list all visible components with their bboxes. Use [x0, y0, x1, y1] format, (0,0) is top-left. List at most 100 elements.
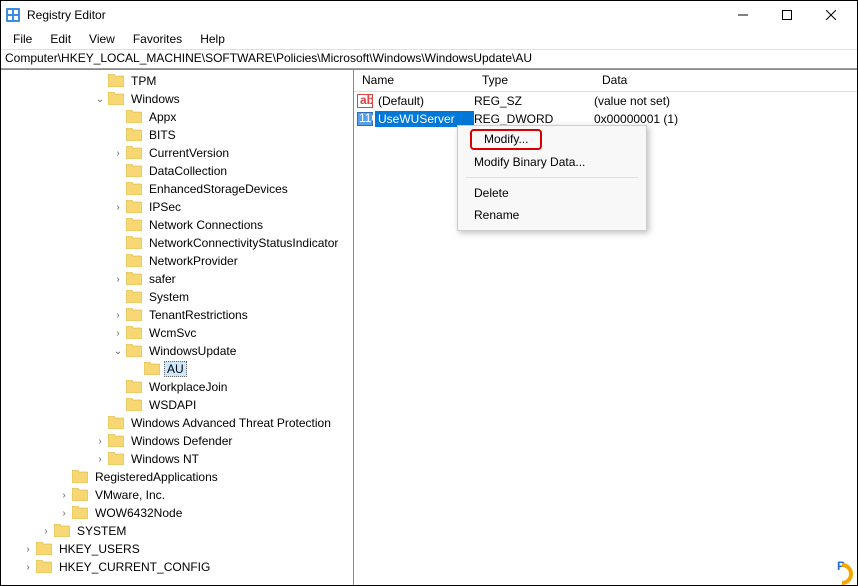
tree-node-enhancedstoragedevices[interactable]: EnhancedStorageDevices: [1, 180, 353, 198]
chevron-right-icon[interactable]: ›: [39, 524, 53, 538]
tree-node-currentversion[interactable]: ›CurrentVersion: [1, 144, 353, 162]
tree-label: Windows Defender: [128, 433, 235, 449]
folder-icon: [108, 92, 124, 106]
col-data[interactable]: Data: [594, 70, 857, 91]
tree-node-wow6432node[interactable]: › WOW6432Node: [1, 504, 353, 522]
col-name[interactable]: Name: [354, 70, 474, 91]
folder-icon: [108, 434, 124, 448]
chevron-right-icon[interactable]: ›: [111, 326, 125, 340]
value-type: REG_DWORD: [474, 112, 594, 126]
value-type: REG_SZ: [474, 94, 594, 108]
address-bar[interactable]: Computer\HKEY_LOCAL_MACHINE\SOFTWARE\Pol…: [1, 49, 857, 69]
tree-node-networkprovider[interactable]: NetworkProvider: [1, 252, 353, 270]
expander-none: [111, 254, 125, 268]
tree-node-wcmsvc[interactable]: ›WcmSvc: [1, 324, 353, 342]
maximize-button[interactable]: [765, 1, 809, 29]
folder-icon: [36, 542, 52, 556]
folder-icon: [108, 74, 124, 88]
chevron-down-icon[interactable]: ⌄: [111, 344, 125, 358]
chevron-right-icon[interactable]: ›: [21, 542, 35, 556]
tree-label: NetworkConnectivityStatusIndicator: [146, 235, 341, 251]
watermark-logo: P: [837, 545, 845, 577]
tree-node-windows-advanced-threat-protection[interactable]: Windows Advanced Threat Protection: [1, 414, 353, 432]
close-button[interactable]: [809, 1, 853, 29]
folder-icon: [72, 470, 88, 484]
values-pane[interactable]: Name Type Data ab(Default)REG_SZ(value n…: [354, 70, 857, 585]
folder-icon: [72, 506, 88, 520]
ctx-modify-binary[interactable]: Modify Binary Data...: [460, 151, 644, 173]
tree-node-windows-defender[interactable]: › Windows Defender: [1, 432, 353, 450]
tree-node-windowsupdate[interactable]: ⌄WindowsUpdate: [1, 342, 353, 360]
string-value-icon: ab: [355, 94, 375, 108]
chevron-right-icon[interactable]: ›: [93, 452, 107, 466]
tree-node-hkey-users[interactable]: ›HKEY_USERS: [1, 540, 353, 558]
col-type[interactable]: Type: [474, 70, 594, 91]
tree-pane[interactable]: TPM ⌄ WindowsAppxBITS›CurrentVersionDataCo…: [1, 70, 354, 585]
expander-none: [57, 470, 71, 484]
tree-label: WOW6432Node: [92, 505, 185, 521]
tree-node-registeredapplications[interactable]: RegisteredApplications: [1, 468, 353, 486]
menu-view[interactable]: View: [81, 30, 123, 48]
tree-node-tenantrestrictions[interactable]: ›TenantRestrictions: [1, 306, 353, 324]
folder-icon: [126, 164, 142, 178]
chevron-right-icon[interactable]: ›: [21, 560, 35, 574]
tree-node-tpm[interactable]: TPM: [1, 72, 353, 90]
folder-icon: [126, 236, 142, 250]
value-row--default-[interactable]: ab(Default)REG_SZ(value not set): [354, 92, 857, 110]
ctx-modify[interactable]: Modify...: [470, 129, 542, 150]
tree-node-safer[interactable]: ›safer: [1, 270, 353, 288]
tree-node-wsdapi[interactable]: WSDAPI: [1, 396, 353, 414]
tree-node-hkey-current-config[interactable]: ›HKEY_CURRENT_CONFIG: [1, 558, 353, 576]
tree-label: Network Connections: [146, 217, 266, 233]
folder-icon: [72, 488, 88, 502]
expander-none: [111, 110, 125, 124]
chevron-right-icon[interactable]: ›: [111, 200, 125, 214]
menu-edit[interactable]: Edit: [42, 30, 79, 48]
tree-node-bits[interactable]: BITS: [1, 126, 353, 144]
menu-help[interactable]: Help: [192, 30, 233, 48]
tree-node-networkconnectivitystatusindicator[interactable]: NetworkConnectivityStatusIndicator: [1, 234, 353, 252]
tree-node-au[interactable]: AU: [1, 360, 353, 378]
app-icon: [5, 7, 21, 23]
chevron-right-icon[interactable]: ›: [111, 146, 125, 160]
tree-node-windows[interactable]: ⌄ Windows: [1, 90, 353, 108]
menu-file[interactable]: File: [5, 30, 40, 48]
tree-node-ipsec[interactable]: ›IPSec: [1, 198, 353, 216]
tree-label: System: [146, 289, 192, 305]
tree-node-network-connections[interactable]: Network Connections: [1, 216, 353, 234]
chevron-down-icon[interactable]: ⌄: [93, 92, 107, 106]
expander-none: [111, 398, 125, 412]
minimize-button[interactable]: [721, 1, 765, 29]
folder-icon: [126, 308, 142, 322]
tree-label: NetworkProvider: [146, 253, 241, 269]
tree-node-windows-nt[interactable]: ›Windows NT: [1, 450, 353, 468]
chevron-right-icon[interactable]: ›: [111, 308, 125, 322]
tree-label: SYSTEM: [74, 523, 129, 539]
expander-none: [129, 362, 143, 376]
folder-icon: [126, 254, 142, 268]
menu-favorites[interactable]: Favorites: [125, 30, 190, 48]
folder-icon: [126, 380, 142, 394]
folder-icon: [126, 200, 142, 214]
folder-icon: [126, 218, 142, 232]
tree-node-system[interactable]: › SYSTEM: [1, 522, 353, 540]
folder-icon: [36, 560, 52, 574]
chevron-right-icon[interactable]: ›: [93, 434, 107, 448]
chevron-right-icon[interactable]: ›: [111, 272, 125, 286]
chevron-right-icon[interactable]: ›: [57, 488, 71, 502]
ctx-delete[interactable]: Delete: [460, 182, 644, 204]
tree-node-vmware-inc-[interactable]: ›VMware, Inc.: [1, 486, 353, 504]
folder-icon: [126, 326, 142, 340]
expander-none: [111, 182, 125, 196]
binary-value-icon: 110: [355, 112, 375, 126]
tree-label: Windows: [128, 91, 183, 107]
tree-node-appx[interactable]: Appx: [1, 108, 353, 126]
tree-label: Windows Advanced Threat Protection: [128, 415, 334, 431]
tree-node-datacollection[interactable]: DataCollection: [1, 162, 353, 180]
ctx-rename[interactable]: Rename: [460, 204, 644, 226]
chevron-right-icon[interactable]: ›: [57, 506, 71, 520]
folder-icon: [126, 182, 142, 196]
folder-icon: [126, 398, 142, 412]
tree-node-system[interactable]: System: [1, 288, 353, 306]
tree-node-workplacejoin[interactable]: WorkplaceJoin: [1, 378, 353, 396]
